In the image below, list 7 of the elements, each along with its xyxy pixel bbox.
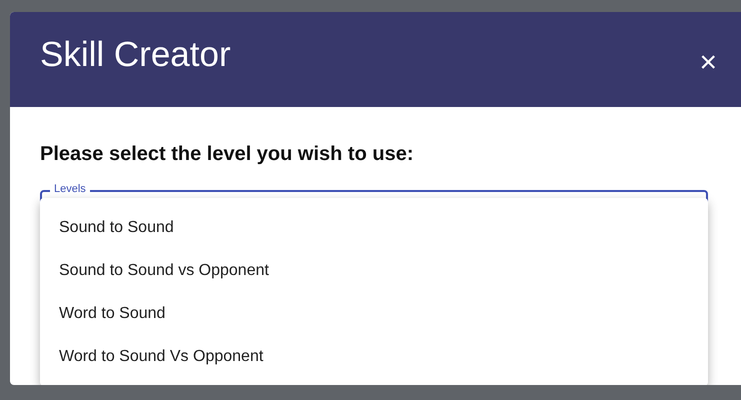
prompt-text: Please select the level you wish to use: bbox=[40, 143, 414, 166]
menu-option[interactable]: Word to Sound bbox=[40, 292, 708, 335]
dialog-title: Skill Creator bbox=[40, 34, 231, 74]
close-button[interactable]: × bbox=[693, 48, 723, 78]
menu-option[interactable]: Sound to Sound vs Opponent bbox=[40, 249, 708, 292]
menu-option[interactable]: Word to Sound Vs Opponent bbox=[40, 335, 708, 378]
menu-option[interactable]: Sound to Sound bbox=[40, 206, 708, 249]
